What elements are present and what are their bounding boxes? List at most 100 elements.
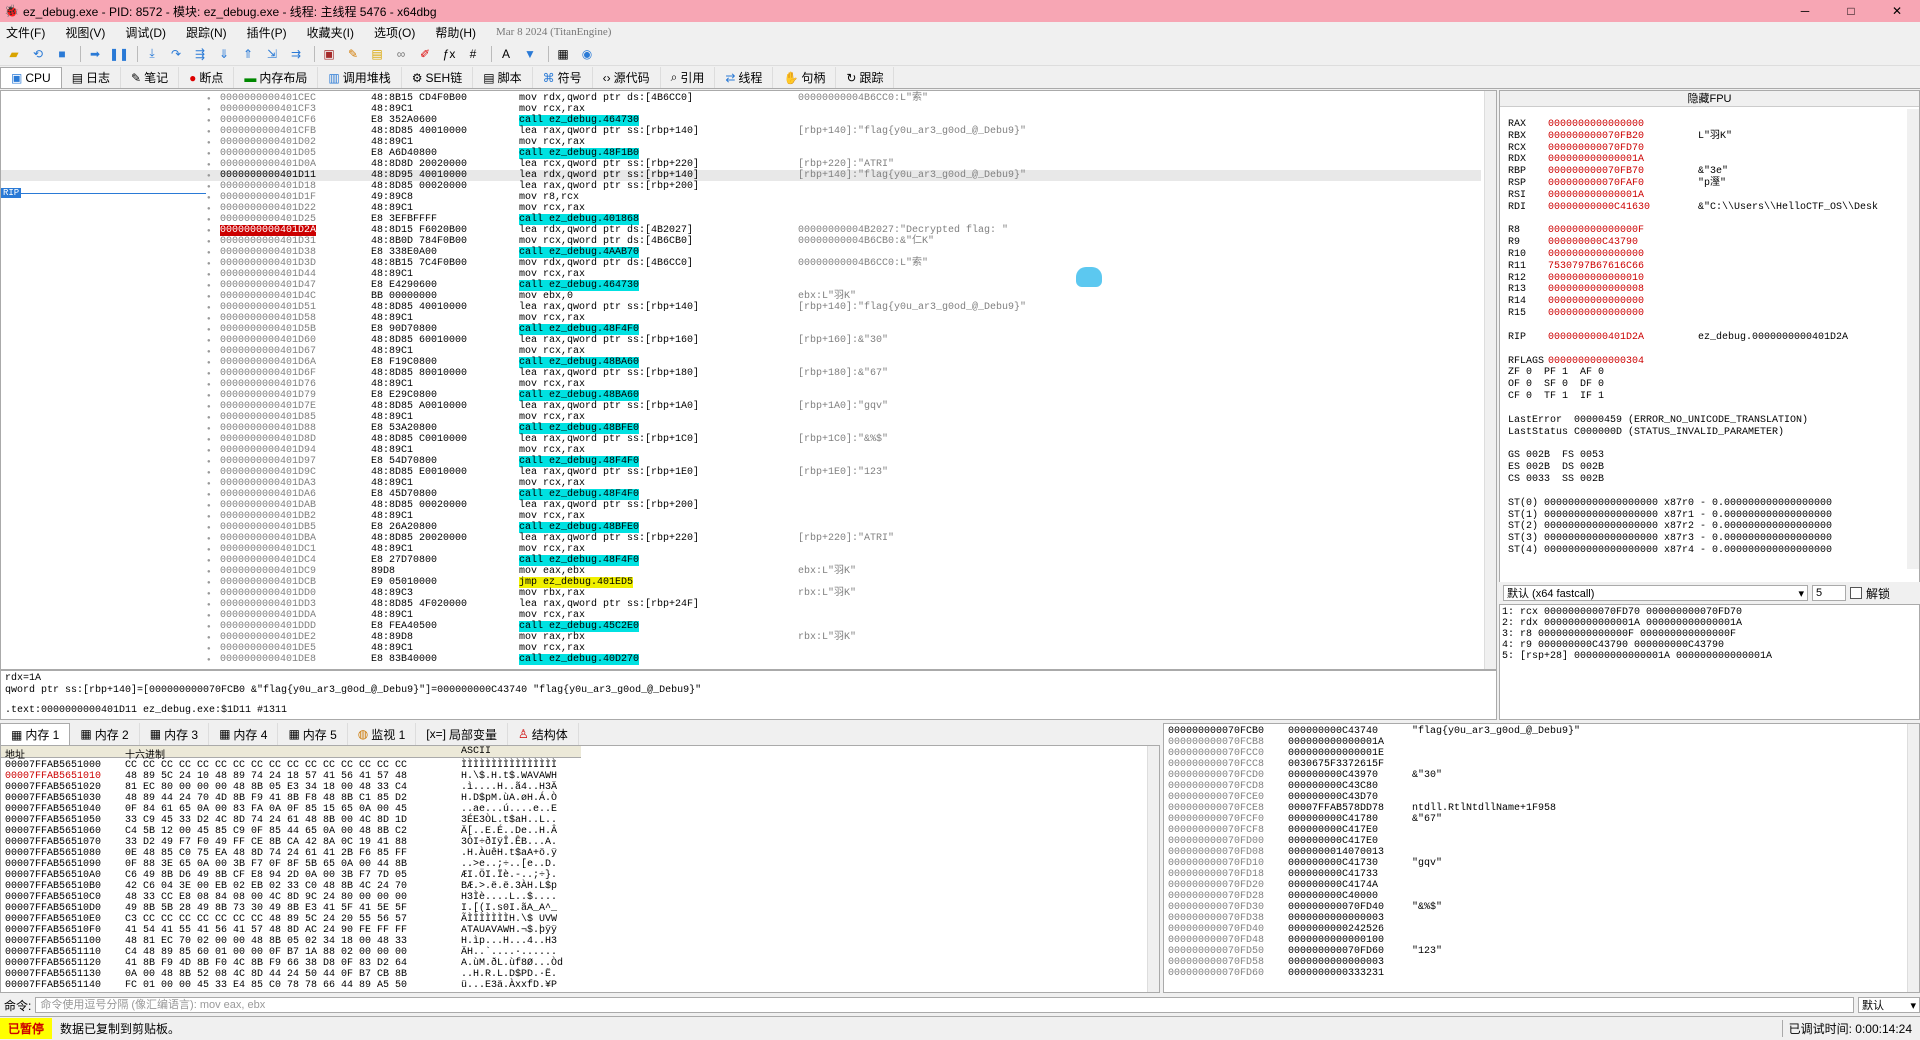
- tab-handles[interactable]: ✋ 句柄: [773, 67, 837, 88]
- stack-row[interactable]: 000000000070FD18 000000000C41733: [1168, 869, 1412, 880]
- font-icon[interactable]: A: [496, 45, 516, 63]
- disassembly-view[interactable]: ● 0000000000401CEC 48:8B15 CD4F0B00 mov rdx…: [0, 90, 1497, 670]
- dump-row[interactable]: 00007FFAB56510A0 C6 49 8B D6 49 8B CF E8 …: [5, 870, 557, 881]
- register-row[interactable]: R12 0000000000000010: [1508, 273, 1698, 284]
- open-icon[interactable]: ▰: [4, 45, 24, 63]
- dump-row[interactable]: 00007FFAB56510B0 42 C6 04 3E 00 EB 02 EB …: [5, 881, 557, 892]
- unlock-checkbox[interactable]: [1850, 587, 1862, 599]
- disasm-row[interactable]: ● 0000000000401DE8 E8 83B40000 call ez_debu…: [1, 654, 1481, 665]
- argument-row[interactable]: 3: r8 000000000000000F 000000000000000F: [1502, 629, 1917, 640]
- register-row[interactable]: RSI 000000000000001A: [1508, 190, 1698, 201]
- register-row[interactable]: RFLAGS 0000000000000304: [1508, 356, 1698, 367]
- tab-source[interactable]: ‹› 源代码: [593, 67, 661, 88]
- disasm-row[interactable]: ● 0000000000401D94 48:89C1 mov rcx,rax: [1, 445, 1481, 456]
- menu-help[interactable]: 帮助(H): [435, 24, 476, 41]
- disasm-row[interactable]: ● 0000000000401DC1 48:89C1 mov rcx,rax: [1, 544, 1481, 555]
- argument-row[interactable]: 4: r9 000000000C43790 000000000C43790: [1502, 640, 1917, 651]
- dump-row[interactable]: 00007FFAB56510E0 C3 CC CC CC CC CC CC CC …: [5, 914, 557, 925]
- comment-icon[interactable]: ▤: [367, 45, 387, 63]
- registers-scrollbar[interactable]: [1907, 109, 1919, 569]
- stack-row[interactable]: 000000000070FCD0 000000000C43970 &"30": [1168, 770, 1442, 781]
- disasm-row[interactable]: ● 0000000000401DC9 89D8 mov eax,ebx ebx:L"羽K…: [1, 566, 1481, 577]
- maximize-button[interactable]: □: [1828, 4, 1874, 18]
- dump-row[interactable]: 00007FFAB5651040 0F 84 61 65 0A 00 83 FA …: [5, 804, 557, 815]
- stack-row[interactable]: 000000000070FD50 000000000070FD60 "123": [1168, 946, 1442, 957]
- tab-trace[interactable]: ↻ 跟踪: [836, 67, 895, 88]
- argument-row[interactable]: 1: rcx 000000000070FD70 000000000070FD70: [1502, 607, 1917, 618]
- tab-call-stack[interactable]: ▥ 调用堆栈: [318, 67, 402, 88]
- stack-row[interactable]: 000000000070FCD8 000000000C43C80: [1168, 781, 1412, 792]
- dump-row[interactable]: 00007FFAB5651030 48 89 44 24 70 4D 8B F9 …: [5, 793, 557, 804]
- menu-favourites[interactable]: 收藏夹(I): [307, 24, 354, 41]
- stack-row[interactable]: 000000000070FD00 000000000C417E0: [1168, 836, 1412, 847]
- disasm-row[interactable]: ● 0000000000401D6F 48:8D85 80010000 lea rax…: [1, 368, 1481, 379]
- bookmark-icon[interactable]: ✐: [415, 45, 435, 63]
- close-button[interactable]: ✕: [1874, 4, 1920, 18]
- tab-log[interactable]: ▤ 日志: [62, 67, 122, 88]
- stack-row[interactable]: 000000000070FD28 000000000C40000: [1168, 891, 1412, 902]
- tab-memory-map[interactable]: ▬ 内存布局: [234, 67, 319, 88]
- scylla-icon[interactable]: ▣: [319, 45, 339, 63]
- disasm-row[interactable]: ● 0000000000401D25 E8 3EFBFFFF call ez_debu…: [1, 214, 1481, 225]
- disasm-row[interactable]: ● 0000000000401D4C BB 00000000 mov ebx,0 ebx…: [1, 291, 1481, 302]
- stack-row[interactable]: 000000000070FCF8 000000000C417E0: [1168, 825, 1412, 836]
- stack-row[interactable]: 000000000070FCF0 000000000C41780 &"67": [1168, 814, 1442, 825]
- disasm-row[interactable]: ● 0000000000401DBA 48:8D85 20020000 lea rax…: [1, 533, 1481, 544]
- dump-row[interactable]: 00007FFAB5651090 0F 88 3E 65 0A 00 3B F7 …: [5, 859, 557, 870]
- stack-row[interactable]: 000000000070FD38 0000000000000003: [1168, 913, 1412, 924]
- stack-row[interactable]: 000000000070FD58 0000000000000003: [1168, 957, 1412, 968]
- stack-scrollbar[interactable]: [1907, 724, 1919, 992]
- disasm-row[interactable]: ● 0000000000401DB2 48:89C1 mov rcx,rax: [1, 511, 1481, 522]
- register-row[interactable]: RBP 000000000070FB70 &"3e": [1508, 166, 1728, 177]
- disasm-row[interactable]: ● 0000000000401D51 48:8D85 40010000 lea rax…: [1, 302, 1481, 313]
- register-row[interactable]: R8 000000000000000F: [1508, 225, 1698, 236]
- stack-row[interactable]: 000000000070FCB8 000000000000001A: [1168, 737, 1412, 748]
- disasm-row[interactable]: ● 0000000000401CF3 48:89C1 mov rcx,rax: [1, 104, 1481, 115]
- hash-icon[interactable]: #: [463, 45, 483, 63]
- dump-row[interactable]: 00007FFAB5651060 C4 5B 12 00 45 85 C9 0F …: [5, 826, 557, 837]
- dump-row[interactable]: 00007FFAB56510D0 49 8B 5B 28 49 8B 73 30 …: [5, 903, 557, 914]
- disasm-row[interactable]: ● 0000000000401D67 48:89C1 mov rcx,rax: [1, 346, 1481, 357]
- calling-convention-select[interactable]: 默认 (x64 fastcall) ▾: [1503, 585, 1808, 601]
- tab-dump-1[interactable]: ▦ 内存 1: [0, 723, 71, 745]
- minimize-button[interactable]: ─: [1782, 4, 1828, 18]
- register-row[interactable]: R10 0000000000000000: [1508, 249, 1698, 260]
- disasm-row[interactable]: ● 0000000000401CFB 48:8D85 40010000 lea rax…: [1, 126, 1481, 137]
- dump-row[interactable]: 00007FFAB5651100 48 81 EC 70 02 00 00 48 …: [5, 936, 557, 947]
- stack-row[interactable]: 000000000070FD10 000000000C41730 "gqv": [1168, 858, 1442, 869]
- disasm-row[interactable]: ● 0000000000401D05 E8 A6D40800 call ez_debu…: [1, 148, 1481, 159]
- tab-locals[interactable]: [x=] 局部变量: [416, 723, 508, 745]
- command-input[interactable]: 命令使用逗号分隔 (像汇编语言): mov eax, ebx: [35, 997, 1854, 1013]
- menu-trace[interactable]: 跟踪(N): [186, 24, 227, 41]
- animate-icon[interactable]: ⇉: [286, 45, 306, 63]
- tab-threads[interactable]: ⇄ 线程: [715, 67, 774, 88]
- disasm-row[interactable]: ● 0000000000401D3D 48:8B15 7C4F0B00 mov rdx…: [1, 258, 1481, 269]
- dump-row[interactable]: 00007FFAB5651080 0E 48 85 C0 75 EA 48 8D …: [5, 848, 557, 859]
- disasm-row[interactable]: ● 0000000000401D85 48:89C1 mov rcx,rax: [1, 412, 1481, 423]
- disasm-row[interactable]: ● 0000000000401D11 48:8D95 40010000 lea rdx…: [1, 170, 1481, 181]
- register-row[interactable]: RSP 000000000070FAF0 "p溼": [1508, 178, 1726, 189]
- register-row[interactable]: R11 7530797B67616C66: [1508, 261, 1698, 272]
- tab-notes[interactable]: ✎ 笔记: [121, 67, 180, 88]
- link-icon[interactable]: ∞: [391, 45, 411, 63]
- stack-view[interactable]: 000000000070FCB0 000000000C43740 "flag{y0u…: [1163, 723, 1920, 993]
- disasm-row[interactable]: ● 0000000000401D2A 48:8D15 F6020B00 lea rdx…: [1, 225, 1481, 236]
- disasm-row[interactable]: ● 0000000000401DAB 48:8D85 00020000 lea rax…: [1, 500, 1481, 511]
- argument-row[interactable]: 2: rdx 000000000000001A 000000000000001A: [1502, 618, 1917, 629]
- trace-over-icon[interactable]: ⇓: [214, 45, 234, 63]
- register-row[interactable]: R15 0000000000000000: [1508, 308, 1698, 319]
- disasm-row[interactable]: ● 0000000000401D76 48:89C1 mov rcx,rax: [1, 379, 1481, 390]
- step-over-icon[interactable]: ↷: [166, 45, 186, 63]
- disasm-row[interactable]: ● 0000000000401D79 E8 E29C0800 call ez_debu…: [1, 390, 1481, 401]
- disasm-row[interactable]: ● 0000000000401D0A 48:8D8D 20020000 lea rcx…: [1, 159, 1481, 170]
- stack-row[interactable]: 000000000070FCB0 000000000C43740 "flag{y0u…: [1168, 726, 1580, 737]
- disasm-row[interactable]: ● 0000000000401DE2 48:89D8 mov rax,rbx rbx:L…: [1, 632, 1481, 643]
- patch-icon[interactable]: ✎: [343, 45, 363, 63]
- disasm-row[interactable]: ● 0000000000401DD3 48:8D85 4F020000 lea rax…: [1, 599, 1481, 610]
- tab-seh[interactable]: ⚙ SEH链: [402, 67, 474, 88]
- dump-scrollbar[interactable]: [1147, 746, 1159, 992]
- disasm-row[interactable]: ● 0000000000401CEC 48:8B15 CD4F0B00 mov rdx…: [1, 93, 1481, 104]
- disasm-row[interactable]: ● 0000000000401D9C 48:8D85 E0010000 lea rax…: [1, 467, 1481, 478]
- menu-file[interactable]: 文件(F): [6, 24, 45, 41]
- disasm-row[interactable]: ● 0000000000401D44 48:89C1 mov rcx,rax: [1, 269, 1481, 280]
